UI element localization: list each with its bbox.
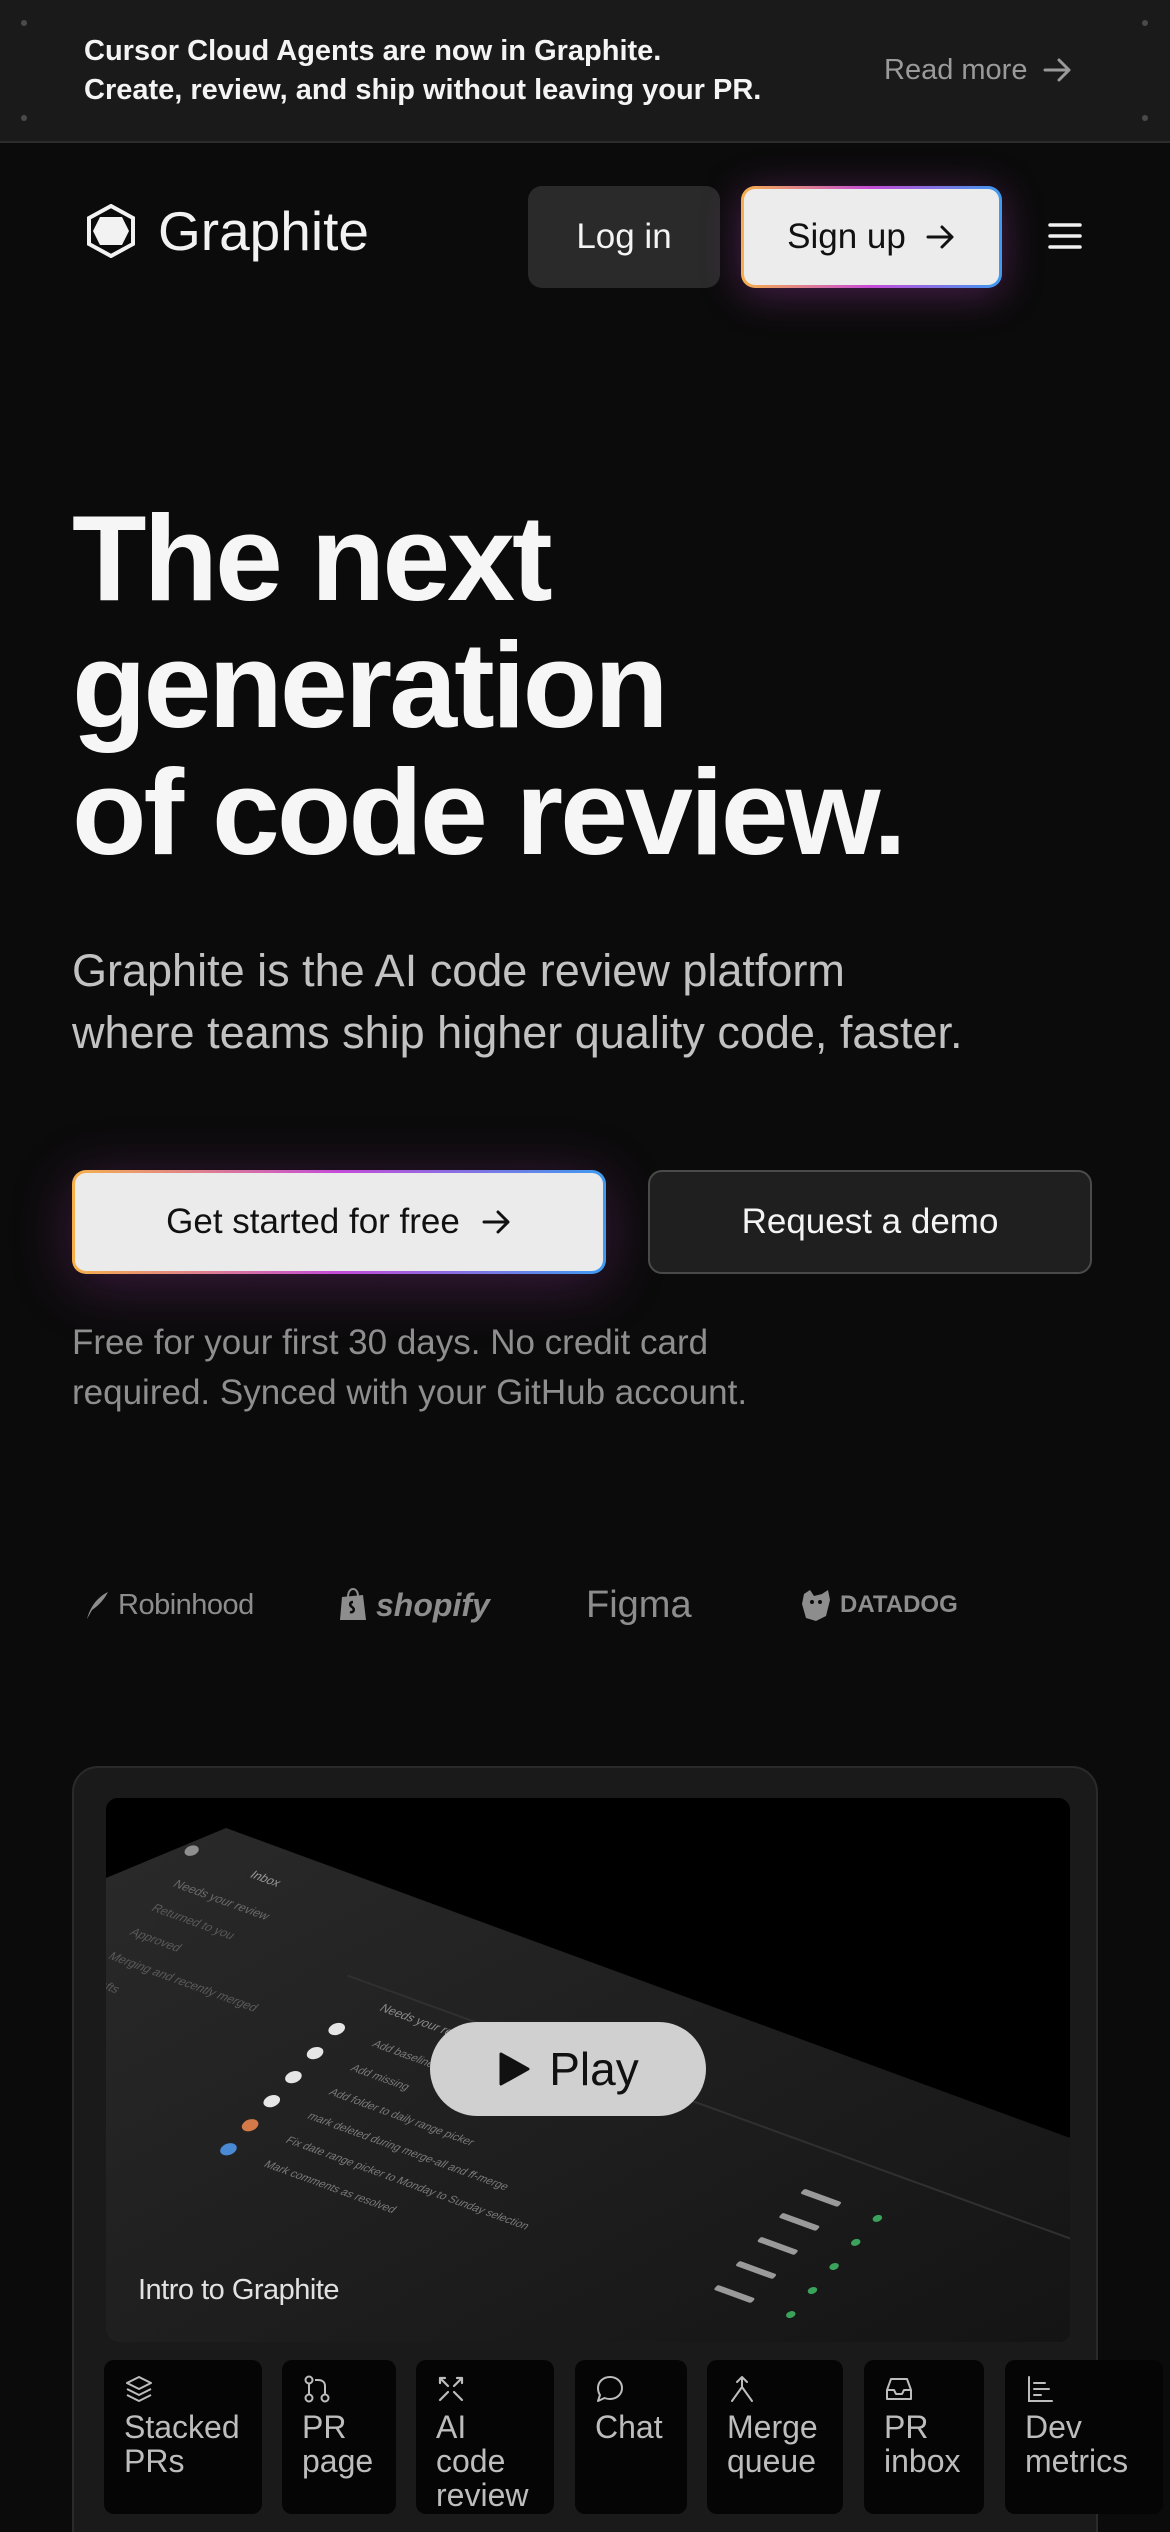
shopify-wordmark: shopify <box>376 1586 490 1623</box>
datadog-logo: DATADOG <box>800 1570 958 1640</box>
hamburger-icon <box>1048 223 1082 249</box>
read-more-label: Read more <box>884 53 1028 86</box>
hero-subtitle-line: where teams ship higher quality code, fa… <box>72 1007 963 1058</box>
shopify-bag-icon <box>340 1588 366 1620</box>
request-demo-button[interactable]: Request a demo <box>648 1170 1092 1274</box>
merge-icon <box>731 2376 753 2402</box>
feature-tab-chat[interactable]: Chat <box>575 2360 687 2514</box>
arrow-right-icon <box>926 225 954 249</box>
trial-note: Free for your first 30 days. No credit c… <box>72 1318 1112 1418</box>
menu-button[interactable] <box>1048 219 1082 253</box>
hero-subtitle: Graphite is the AI code review platform … <box>72 940 1112 1064</box>
signup-button[interactable]: Sign up <box>741 186 1002 288</box>
robinhood-feather-icon <box>87 1592 108 1619</box>
login-button[interactable]: Log in <box>528 186 720 288</box>
feature-label: PR page <box>302 2409 374 2479</box>
feature-tab-merge-queue[interactable]: Merge queue <box>707 2360 843 2514</box>
metrics-icon <box>1028 2376 1053 2402</box>
decor-dot <box>21 20 27 26</box>
decor-dot <box>21 115 27 121</box>
site-header: Graphite Log in Sign up <box>0 143 1170 323</box>
read-more-link[interactable]: Read more <box>884 50 1073 90</box>
decor-dot <box>1142 20 1148 26</box>
decor-dot <box>1142 115 1148 121</box>
inbox-icon <box>886 2378 912 2400</box>
banner-line-1: Cursor Cloud Agents are now in Graphite. <box>84 35 662 67</box>
feature-tab-dev-metrics[interactable]: Dev metrics <box>1005 2360 1163 2514</box>
play-button[interactable]: Play <box>430 2022 706 2116</box>
robinhood-wordmark: Robinhood <box>118 1588 254 1621</box>
arrow-right-icon <box>1043 58 1071 82</box>
trial-note-line: required. Synced with your GitHub accoun… <box>72 1373 748 1412</box>
brand-name: Graphite <box>158 200 369 262</box>
banner-message: Cursor Cloud Agents are now in Graphite.… <box>84 32 844 110</box>
feature-tab-pr-inbox[interactable]: PR inbox <box>864 2360 984 2514</box>
feature-label: Dev metrics <box>1025 2409 1129 2479</box>
figma-logo: Figma <box>586 1570 692 1640</box>
brand-logo[interactable]: Graphite <box>84 199 369 263</box>
play-label: Play <box>549 2043 639 2095</box>
feature-label: PR inbox <box>884 2409 961 2479</box>
announcement-banner: Cursor Cloud Agents are now in Graphite.… <box>0 0 1170 143</box>
hero-title-line: generation <box>72 617 669 753</box>
stack-icon <box>126 2376 152 2402</box>
get-started-label: Get started for free <box>166 1202 460 1241</box>
hero-title-line: of code review. <box>72 744 907 880</box>
robinhood-logo: Robinhood <box>84 1570 254 1640</box>
play-icon <box>499 2052 530 2086</box>
hero-title: The next generation of code review. <box>72 495 1112 876</box>
arrow-right-icon <box>482 1210 510 1234</box>
ai-review-icon <box>438 2376 464 2402</box>
graphite-logo-icon <box>87 204 135 258</box>
figma-wordmark: Figma <box>586 1583 692 1626</box>
video-caption: Intro to Graphite <box>138 2274 340 2306</box>
get-started-button[interactable]: Get started for free <box>72 1170 606 1274</box>
shopify-logo: shopify <box>338 1570 490 1640</box>
feature-label: AI code review <box>436 2409 529 2513</box>
chat-icon <box>597 2376 623 2402</box>
feature-label: Stacked PRs <box>124 2409 240 2479</box>
signup-label: Sign up <box>787 217 906 256</box>
trial-note-line: Free for your first 30 days. No credit c… <box>72 1323 709 1362</box>
hero-title-line: The next <box>72 490 553 626</box>
datadog-wordmark: DATADOG <box>840 1591 958 1618</box>
pull-request-icon <box>304 2375 330 2403</box>
feature-label: Merge queue <box>727 2409 818 2479</box>
feature-label: Chat <box>595 2409 663 2445</box>
banner-line-2: Create, review, and ship without leaving… <box>84 74 762 106</box>
feature-tab-stacked-prs[interactable]: Stacked PRs <box>104 2360 262 2514</box>
feature-tab-pr-page[interactable]: PR page <box>282 2360 396 2514</box>
hero-subtitle-line: Graphite is the AI code review platform <box>72 945 845 996</box>
customer-logos: Robinhood shopify Figma DATADOG <box>84 1570 1084 1640</box>
feature-tab-ai-code-review[interactable]: AI code review <box>416 2360 554 2514</box>
datadog-dog-icon <box>802 1590 830 1621</box>
